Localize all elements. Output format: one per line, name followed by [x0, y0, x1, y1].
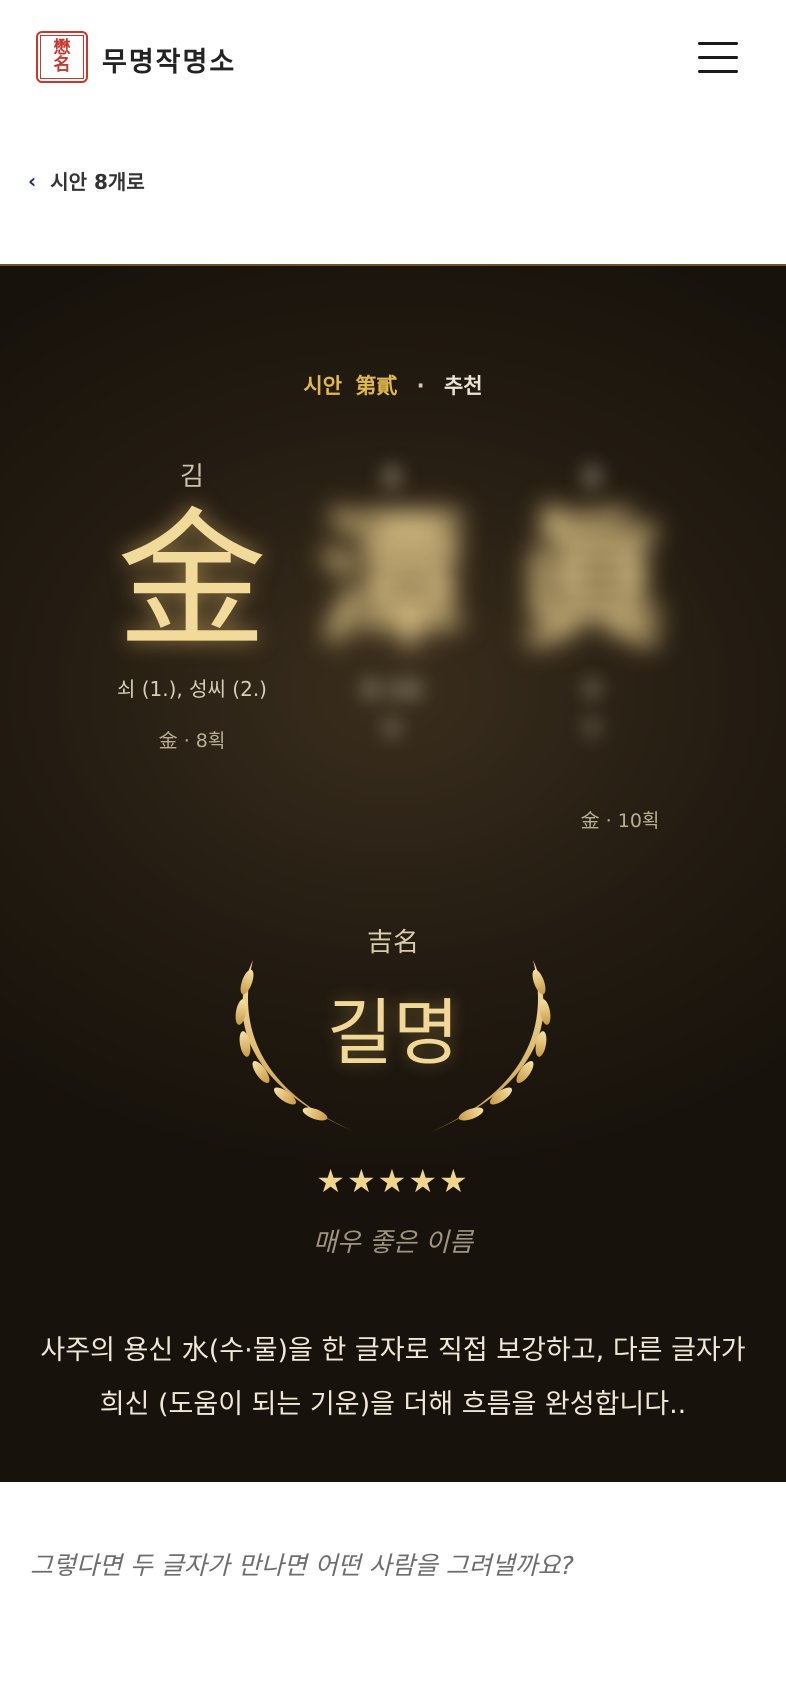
character-hangul: 김 — [180, 462, 204, 492]
seal-char-bottom: 名 — [53, 55, 71, 75]
hamburger-menu-icon[interactable] — [696, 40, 740, 76]
name-proposal-card: 시안 第貳 · 추천 김 金 쇠 (1.), 성씨 (2.) 金 · 8획 숨 … — [0, 264, 786, 1482]
eyebrow-ordinal: 第貳 — [355, 373, 398, 398]
section-question: 그렇다면 두 글자가 만나면 어떤 사람을 그려낼까요? — [30, 1551, 574, 1580]
brand-seal-logo[interactable]: 懋 名 — [36, 31, 88, 83]
given-name-character-2: 숨 眞 참 진 — [492, 456, 692, 741]
menu-bar — [698, 42, 738, 45]
character-reading: 진 — [582, 716, 602, 740]
rating-hanja: 吉名 — [366, 928, 419, 958]
character-hangul: 숨 — [380, 462, 404, 492]
character-meaning: 쇠 (1.), 성씨 (2.) — [116, 677, 267, 701]
seal-frame: 懋 名 — [40, 35, 84, 79]
menu-bar — [698, 70, 738, 73]
character-stroke-count: 金 · 10획 — [580, 810, 660, 832]
surname-character: 김 金 쇠 (1.), 성씨 (2.) 金 · 8획 — [92, 456, 292, 753]
back-link-label: 시안 8개로 — [50, 170, 145, 194]
character-meaning: 물 깊을 — [361, 677, 423, 701]
character-hanja: 眞 — [516, 495, 667, 669]
rating-stars: ★★★★★ — [316, 1162, 470, 1200]
chevron-left-icon: ‹ — [28, 168, 37, 193]
proposal-description: 사주의 용신 水(수·물)을 한 글자로 직접 보강하고, 다른 글자가 희신 … — [40, 1335, 746, 1420]
given-name-character-1: 숨 潭 물 깊을 담 — [292, 456, 492, 741]
character-meaning: 참 — [582, 677, 602, 701]
app-header: 懋 名 무명작명소 — [0, 0, 786, 120]
rating-title: 길명 — [326, 991, 460, 1075]
character-hanja: 金 — [116, 495, 267, 669]
eyebrow-label: 시안 — [303, 374, 343, 398]
eyebrow-separator: · — [416, 374, 425, 398]
eyebrow-tag: 추천 — [443, 374, 483, 398]
character-hangul: 숨 — [580, 462, 604, 492]
rating-verdict: 매우 좋은 이름 — [312, 1228, 474, 1258]
character-reading: 담 — [382, 716, 402, 740]
character-hanja: 潭 — [316, 495, 467, 669]
brand-name[interactable]: 무명작명소 — [102, 40, 236, 79]
menu-bar — [698, 56, 738, 59]
proposal-eyebrow: 시안 第貳 · 추천 — [0, 370, 786, 400]
back-link[interactable]: ‹ 시안 8개로 — [28, 166, 145, 195]
character-stroke-count: 金 · 8획 — [158, 730, 226, 752]
